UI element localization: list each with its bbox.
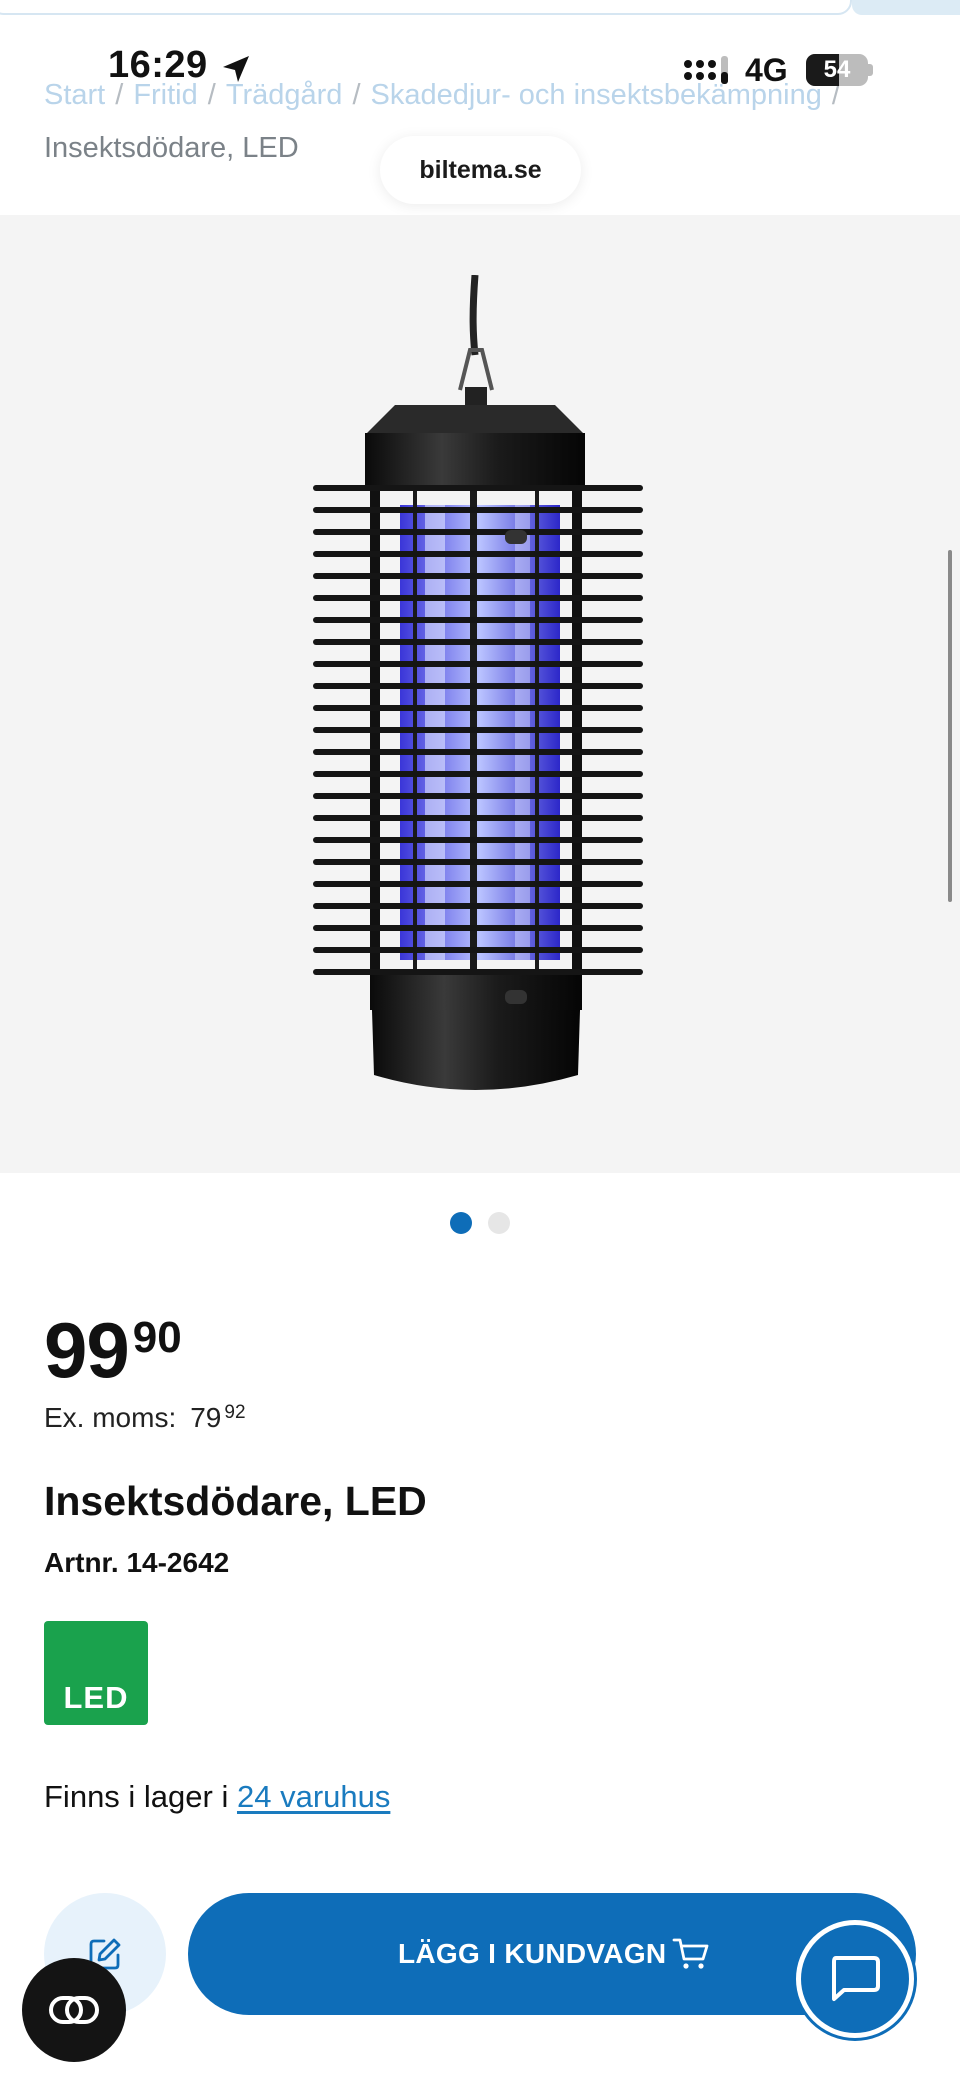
cellular-signal-icon (684, 56, 728, 84)
add-to-cart-label: LÄGG I KUNDVAGN (398, 1938, 667, 1969)
product-page: Start / Fritid / Trädgård / Skadedjur- och ins… (0, 0, 960, 2086)
stock-text: Finns i lager i (44, 1779, 229, 1814)
breadcrumb-separator: / (207, 79, 216, 111)
battery-cap (868, 64, 873, 76)
chat-icon (832, 1956, 880, 2001)
search-field-edge[interactable] (0, 0, 852, 15)
gallery-dot-2[interactable] (488, 1212, 510, 1234)
breadcrumb-separator: / (352, 79, 361, 111)
product-image-gallery[interactable] (0, 215, 960, 1173)
search-button-edge[interactable] (852, 0, 960, 15)
gallery-scrollbar[interactable] (948, 550, 952, 902)
led-badge-label: LED (63, 1680, 129, 1715)
battery-icon: 54 (806, 54, 868, 86)
price-ex-vat: Ex. moms: 79 92 (44, 1402, 246, 1434)
product-title: Insektsdödare, LED (44, 1478, 427, 1524)
breadcrumb-item-start[interactable]: Start (44, 79, 105, 111)
status-time: 16:29 (108, 44, 208, 86)
ex-vat-decimal: 92 (224, 1402, 246, 1423)
breadcrumb-current: Insektsdödare, LED (44, 132, 299, 165)
url-bar[interactable]: biltema.se (380, 136, 581, 204)
led-badge: LED (44, 1621, 148, 1725)
battery-percent: 54 (823, 56, 851, 83)
ex-vat-label: Ex. moms: (44, 1402, 177, 1433)
gallery-dot-1[interactable] (450, 1212, 472, 1234)
cart-icon (672, 1938, 709, 1969)
stock-status: Finns i lager i 24 varuhus (44, 1779, 390, 1815)
article-number: Artnr. 14-2642 (44, 1547, 230, 1578)
gallery-pagination (450, 1212, 510, 1234)
reader-icon (49, 1996, 99, 2024)
network-type: 4G (745, 52, 788, 88)
price-integer: 99 (44, 1306, 130, 1394)
chat-button[interactable] (796, 1920, 914, 2038)
store-availability-link[interactable]: 24 varuhus (237, 1779, 390, 1814)
ex-vat-integer: 79 (190, 1402, 222, 1433)
product-price: 9990 (44, 1305, 182, 1396)
location-arrow-icon (223, 56, 249, 82)
price-decimal: 90 (132, 1313, 182, 1362)
product-image (313, 275, 643, 1090)
reader-mode-button[interactable] (22, 1958, 126, 2062)
